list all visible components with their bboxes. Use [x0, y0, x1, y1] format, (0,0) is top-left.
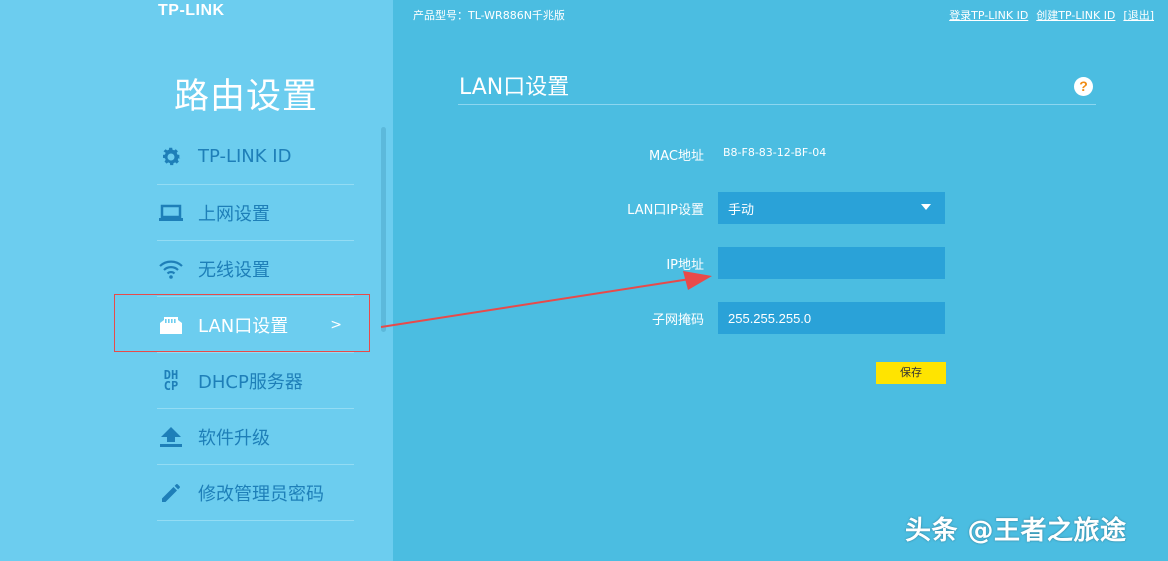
sidebar-item-upgrade[interactable]: 软件升级	[157, 409, 354, 465]
lan-ip-label: LAN口IP设置	[627, 203, 704, 218]
sidebar-scrollbar[interactable]	[381, 127, 386, 332]
sidebar-item-dhcp[interactable]: DH CP DHCP服务器	[157, 353, 354, 409]
sidebar-item-wireless[interactable]: 无线设置	[157, 241, 354, 297]
upload-icon	[157, 423, 185, 451]
account-links: 登录TP-LINK ID 创建TP-LINK ID [退出]	[949, 7, 1154, 23]
sidebar-item-internet[interactable]: 上网设置	[157, 185, 354, 241]
login-link[interactable]: 登录TP-LINK ID	[949, 7, 1028, 23]
sidebar-item-label: 上网设置	[198, 203, 270, 225]
lan-ip-mode-value: 手动	[728, 202, 755, 218]
ip-address-input[interactable]	[718, 247, 945, 279]
gear-icon	[157, 143, 185, 171]
sidebar-title: 路由设置	[174, 77, 319, 117]
create-account-link[interactable]: 创建TP-LINK ID	[1036, 7, 1115, 23]
mac-value: B8-F8-83-12-BF-04	[723, 146, 827, 159]
laptop-icon	[157, 199, 185, 227]
sidebar-item-label: DHCP服务器	[198, 371, 303, 393]
caret-down-icon	[921, 204, 931, 210]
annotation-highlight-box	[114, 294, 370, 352]
tp-link-logo: TP-LINK	[158, 2, 225, 19]
sidebar-item-label: 软件升级	[198, 427, 270, 449]
save-button[interactable]: 保存	[876, 362, 946, 384]
help-icon[interactable]: ?	[1074, 77, 1093, 96]
subnet-mask-input[interactable]	[718, 302, 945, 334]
watermark-text: 头条 @王者之旅途	[905, 516, 1127, 546]
wifi-icon	[157, 255, 185, 283]
pencil-icon	[157, 479, 185, 507]
product-model: 产品型号：TL-WR886N千兆版	[413, 9, 565, 22]
sidebar-item-label: 修改管理员密码	[198, 483, 324, 505]
title-divider	[458, 104, 1096, 105]
dhcp-icon-text: DH CP	[163, 367, 179, 393]
sidebar-item-password[interactable]: 修改管理员密码	[157, 465, 354, 521]
logout-link[interactable]: [退出]	[1123, 7, 1154, 23]
sidebar-item-label: 无线设置	[198, 259, 270, 281]
sidebar-item-tp-link-id[interactable]: TP-LINK ID	[157, 129, 354, 185]
ip-address-label: IP地址	[666, 258, 704, 273]
subnet-mask-label: 子网掩码	[651, 313, 704, 328]
dhcp-icon: DH CP	[157, 367, 185, 395]
sidebar-item-label: TP-LINK ID	[198, 146, 292, 167]
mac-label: MAC地址	[649, 149, 704, 164]
page-title: LAN口设置	[459, 75, 570, 100]
lan-ip-mode-select[interactable]: 手动	[718, 192, 945, 224]
sidebar: TP-LINK 路由设置 TP-LINK ID 上网设置 无线设置 LAN口设置	[0, 0, 393, 561]
